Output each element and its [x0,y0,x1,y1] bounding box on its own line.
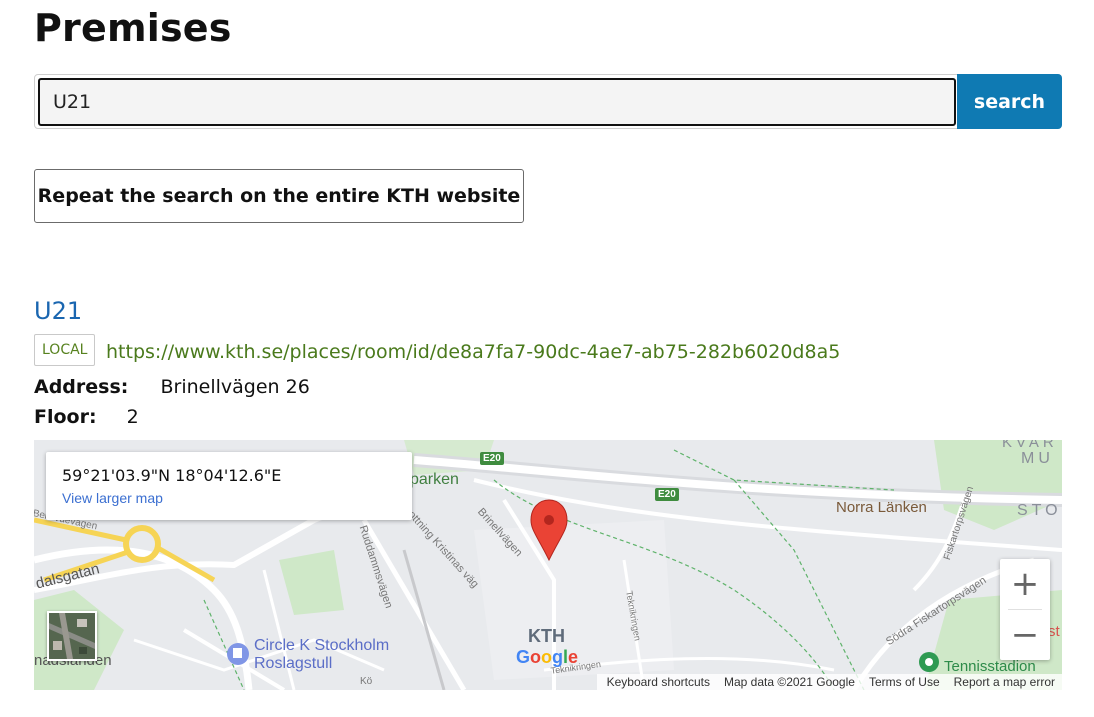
report-map-error-link[interactable]: Report a map error [954,674,1055,690]
satellite-thumbnail-icon [49,613,95,659]
map-label-kth: KTH [528,626,565,646]
satellite-toggle-thumbnail[interactable] [47,611,97,661]
address-row: Address: Brinellvägen 26 [34,376,310,398]
view-larger-map-link[interactable]: View larger map [62,490,163,506]
keyboard-shortcuts-link[interactable]: Keyboard shortcuts [607,674,710,690]
repeat-search-button[interactable]: Repeat the search on the entire KTH webs… [34,169,524,223]
map-label-e20-b: E20 [655,488,679,501]
map-label-circle-k-name: Circle K Stockholm [254,637,390,654]
page-title: Premises [34,6,232,50]
search-input[interactable]: U21 [34,74,958,129]
map-label-mu: MU [1021,450,1054,467]
map-label-e20-a: E20 [480,452,504,465]
map-label-sto: STO [1017,502,1062,519]
search-input-value[interactable]: U21 [38,78,956,126]
map-label-circle-k-area: Roslagstull [254,655,333,672]
floor-label: Floor: [34,406,97,428]
floor-row: Floor: 2 [34,406,139,428]
local-badge: LOCAL [34,334,96,366]
map-label-ko: Kö [360,676,373,687]
google-logo: Google [516,647,579,667]
terms-of-use-link[interactable]: Terms of Use [869,674,940,690]
address-label: Address: [34,376,129,398]
map-label-parken: parken [410,471,459,488]
zoom-out-button[interactable]: − [1000,610,1050,660]
floor-value: 2 [126,406,139,428]
map-attribution-bar: Keyboard shortcuts Map data ©2021 Google… [596,674,1062,690]
map-data-text: Map data ©2021 Google [724,675,855,689]
zoom-in-button[interactable]: + [1000,559,1050,609]
map-label-norra-lanken: Norra Länken [836,499,927,516]
map-embed[interactable]: KVAR MU STO Norra Länken parken E20 E20 … [34,440,1062,690]
map-info-card: 59°21'03.9"N 18°04'12.6"E View larger ma… [46,452,412,520]
result-title-link[interactable]: U21 [34,297,82,325]
search-button[interactable]: search [957,74,1062,129]
map-label-circle-k: Circle K Stockholm Roslagstull [254,637,389,673]
result-url[interactable]: https://www.kth.se/places/room/id/de8a7f… [106,341,840,363]
address-value: Brinellvägen 26 [160,376,310,398]
map-coordinates: 59°21'03.9"N 18°04'12.6"E [62,466,282,485]
map-label-tennisstadion: Tennisstadion [944,658,1036,675]
search-form: U21 search [34,74,1062,129]
zoom-control: + − [1000,559,1050,660]
